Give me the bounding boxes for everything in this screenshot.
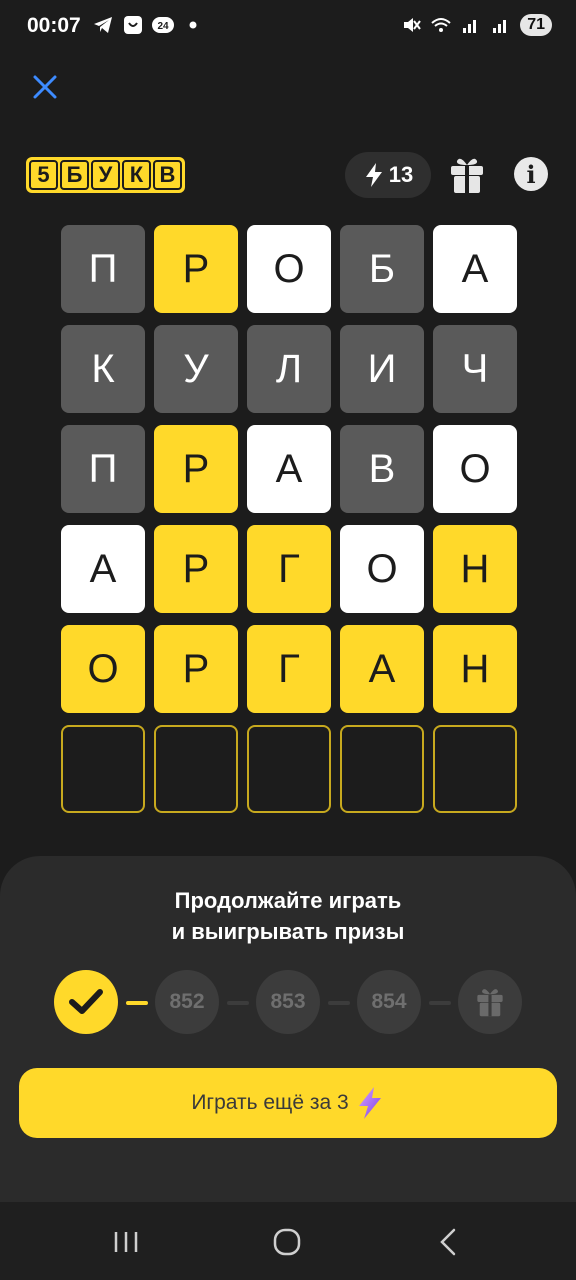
recent-apps-icon <box>114 1232 138 1252</box>
letter-tile: О <box>433 425 517 513</box>
smile-app-icon <box>122 14 144 36</box>
letter-tile: О <box>247 225 331 313</box>
letter-tile: О <box>61 625 145 713</box>
recent-apps-button[interactable] <box>106 1222 146 1262</box>
letter-tile: И <box>340 325 424 413</box>
battery-indicator: 71 <box>520 14 552 36</box>
sheet-title: Продолжайте играть и выигрывать призы <box>0 885 576 947</box>
status-time: 00:07 <box>27 14 81 37</box>
back-button[interactable] <box>428 1222 468 1262</box>
logo-letter: У <box>91 160 120 190</box>
letter-tile: А <box>433 225 517 313</box>
letter-tile: Ч <box>433 325 517 413</box>
signal-icon-2 <box>490 14 512 36</box>
gift-icon <box>477 989 503 1017</box>
letter-tile: А <box>61 525 145 613</box>
game-board: ПРОБАКУЛИЧПРАВОАРГОНОРГАН <box>61 225 517 813</box>
letter-tile <box>433 725 517 813</box>
mute-icon <box>400 14 422 36</box>
progress-node: 853 <box>256 970 320 1034</box>
prize-progress: 852 853 854 <box>54 970 524 1036</box>
sheet-title-line2: и выигрывать призы <box>171 919 405 944</box>
progress-link <box>126 1001 148 1005</box>
signal-icon-1 <box>460 14 482 36</box>
status-left-icons: 24 <box>92 14 204 36</box>
letter-tile: А <box>340 625 424 713</box>
telegram-icon <box>92 14 114 36</box>
letter-tile: А <box>247 425 331 513</box>
logo-letter: К <box>122 160 151 190</box>
home-button[interactable] <box>267 1222 307 1262</box>
letter-tile: У <box>154 325 238 413</box>
progress-node: 854 <box>357 970 421 1034</box>
letter-tile: Р <box>154 225 238 313</box>
letter-tile: Г <box>247 525 331 613</box>
progress-node-done <box>54 970 118 1034</box>
letter-tile: Р <box>154 625 238 713</box>
progress-link <box>429 1001 451 1005</box>
gift-button[interactable] <box>448 155 486 195</box>
letter-tile <box>61 725 145 813</box>
letter-tile: Б <box>340 225 424 313</box>
energy-counter[interactable]: 13 <box>345 152 431 198</box>
lightning-icon <box>358 1087 381 1119</box>
progress-link <box>328 1001 350 1005</box>
play-again-button[interactable]: Играть ещё за 3 <box>19 1068 557 1138</box>
status-bar: 00:07 24 71 <box>0 0 576 56</box>
wifi-icon <box>430 14 452 36</box>
letter-tile: П <box>61 225 145 313</box>
logo-letter: Б <box>60 160 89 190</box>
notification-badge-icon: 24 <box>152 14 174 36</box>
back-icon <box>440 1228 456 1256</box>
progress-node: 852 <box>155 970 219 1034</box>
sheet-title-line1: Продолжайте играть <box>174 888 402 913</box>
dot-icon <box>182 14 204 36</box>
logo-letter: В <box>153 160 182 190</box>
letter-tile: К <box>61 325 145 413</box>
progress-link <box>227 1001 249 1005</box>
letter-tile: В <box>340 425 424 513</box>
gift-icon <box>451 158 483 193</box>
lightning-icon <box>365 163 382 187</box>
home-icon <box>273 1228 301 1256</box>
checkmark-icon <box>69 989 103 1014</box>
close-button[interactable] <box>28 70 62 104</box>
notif-badge-text: 24 <box>157 21 169 32</box>
info-icon: i <box>526 159 536 189</box>
letter-tile <box>154 725 238 813</box>
letter-tile <box>340 725 424 813</box>
logo-letter: 5 <box>29 160 58 190</box>
progress-node-gift <box>458 970 522 1034</box>
letter-tile: Н <box>433 625 517 713</box>
game-logo: 5 Б У К В <box>26 157 185 193</box>
close-icon <box>33 75 57 99</box>
letter-tile: О <box>340 525 424 613</box>
play-again-label: Играть ещё за 3 <box>191 1091 349 1114</box>
letter-tile <box>247 725 331 813</box>
letter-tile: П <box>61 425 145 513</box>
letter-tile: Н <box>433 525 517 613</box>
status-right-icons: 71 <box>400 14 552 36</box>
energy-count: 13 <box>388 162 414 187</box>
letter-tile: Р <box>154 425 238 513</box>
letter-tile: Г <box>247 625 331 713</box>
system-nav-bar <box>0 1202 576 1280</box>
letter-tile: Л <box>247 325 331 413</box>
info-button[interactable]: i <box>514 157 548 191</box>
letter-tile: Р <box>154 525 238 613</box>
